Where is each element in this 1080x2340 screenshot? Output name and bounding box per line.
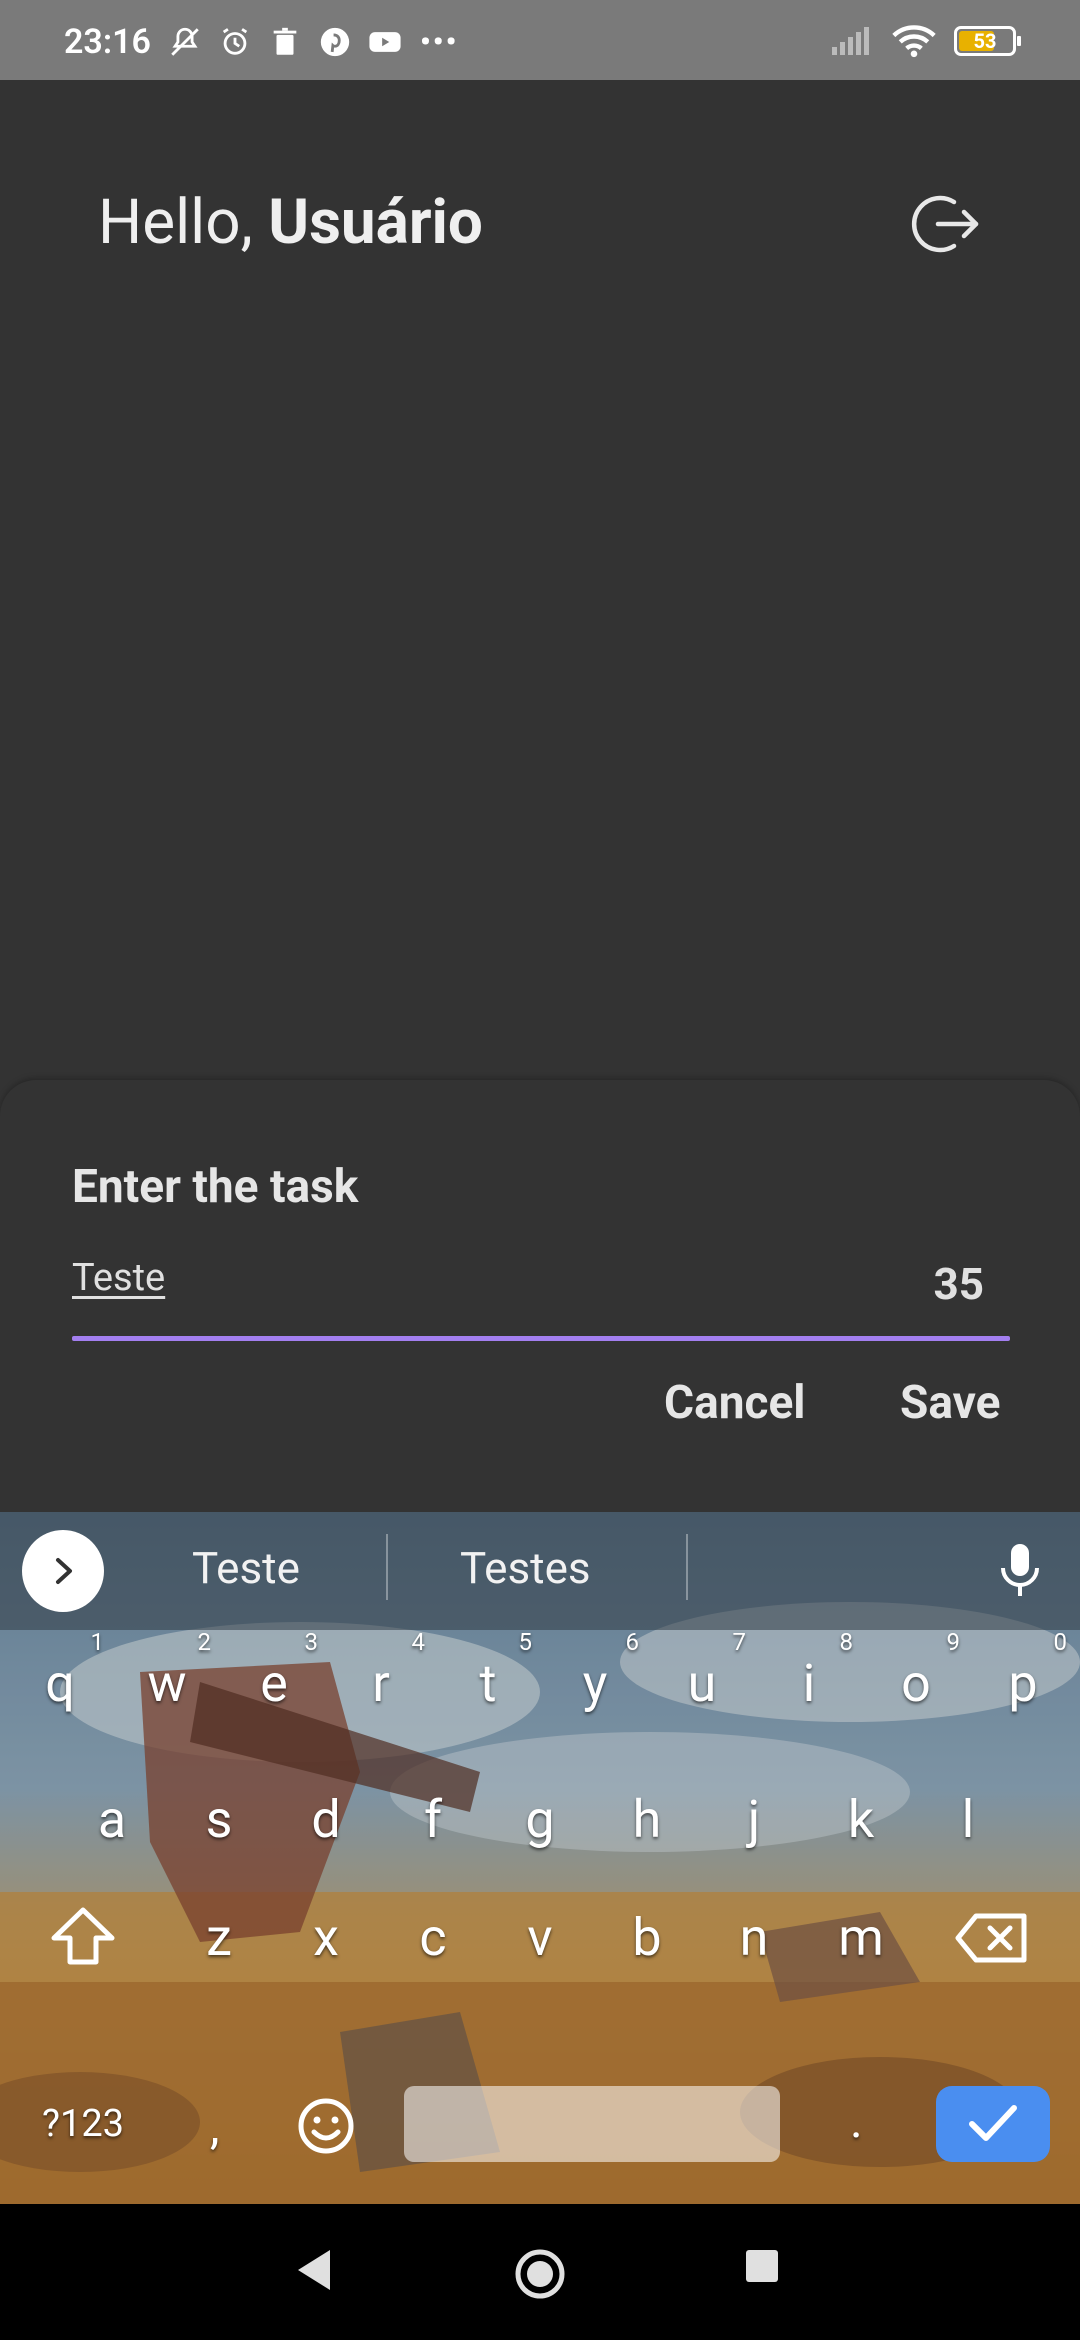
battery-level: 53 xyxy=(973,29,997,53)
key-m[interactable]: m xyxy=(811,1880,911,1996)
comma-key[interactable]: , xyxy=(210,2098,219,2155)
more-notifications-indicator: ••• xyxy=(420,24,459,60)
suggestion-1[interactable]: Teste xyxy=(192,1542,300,1594)
key-v[interactable]: v xyxy=(490,1880,590,1996)
pinterest-icon xyxy=(320,27,350,57)
backspace-icon[interactable] xyxy=(954,1912,1028,1964)
space-bar[interactable] xyxy=(404,2086,780,2162)
cancel-button[interactable]: Cancel xyxy=(664,1376,805,1430)
key-p[interactable]: p0 xyxy=(973,1626,1073,1742)
key-n[interactable]: n xyxy=(704,1880,804,1996)
key-k[interactable]: k xyxy=(811,1762,911,1878)
check-icon xyxy=(969,2105,1017,2141)
back-icon[interactable] xyxy=(294,2248,334,2292)
symbols-key[interactable]: ?123 xyxy=(42,2102,124,2146)
recents-icon[interactable] xyxy=(744,2248,780,2284)
key-h[interactable]: h xyxy=(597,1762,697,1878)
shift-icon[interactable] xyxy=(48,1904,118,1968)
alarm-icon xyxy=(222,28,248,55)
chevron-right-icon xyxy=(56,1558,72,1584)
enter-button[interactable] xyxy=(936,2086,1050,2162)
youtube-icon xyxy=(369,32,401,52)
key-u[interactable]: u7 xyxy=(652,1626,752,1742)
wifi-icon xyxy=(892,25,936,58)
toolbar-expand-button[interactable] xyxy=(22,1530,104,1612)
key-x[interactable]: x xyxy=(276,1880,376,1996)
suggestion-2[interactable]: Testes xyxy=(460,1542,591,1594)
key-s[interactable]: s xyxy=(169,1762,269,1878)
save-button[interactable]: Save xyxy=(900,1376,1000,1430)
status-bar: 23:16 ••• 53 xyxy=(0,0,1080,80)
key-a[interactable]: a xyxy=(62,1762,162,1878)
user-name: Usuário xyxy=(268,186,483,259)
home-icon[interactable] xyxy=(514,2248,566,2300)
key-c[interactable]: c xyxy=(383,1880,483,1996)
key-i[interactable]: i8 xyxy=(759,1626,859,1742)
status-system-icons: 53 xyxy=(830,24,1021,58)
logout-icon[interactable] xyxy=(910,188,982,260)
input-underline xyxy=(72,1336,1010,1341)
soft-keyboard: Teste Testes q1 w2 e3 r4 t5 y6 u7 i8 o9 … xyxy=(0,1512,1080,2204)
add-task-sheet: Enter the task Teste 35 Cancel Save xyxy=(0,1080,1080,1512)
key-f[interactable]: f xyxy=(383,1762,483,1878)
microphone-icon[interactable] xyxy=(998,1542,1042,1598)
sheet-title: Enter the task xyxy=(72,1160,359,1214)
task-input[interactable]: Teste xyxy=(72,1256,872,1312)
key-r[interactable]: r4 xyxy=(331,1626,431,1742)
key-l[interactable]: l xyxy=(918,1762,1018,1878)
emoji-icon[interactable] xyxy=(296,2096,356,2156)
trash-icon xyxy=(273,27,297,55)
signal-icon xyxy=(832,27,869,55)
key-d[interactable]: d xyxy=(276,1762,376,1878)
key-j[interactable]: j xyxy=(704,1762,804,1878)
status-time: 23:16 xyxy=(64,22,151,62)
greeting-prefix: Hello, xyxy=(98,186,269,259)
suggestion-divider xyxy=(686,1534,688,1600)
greeting: Hello, Usuário xyxy=(98,186,483,259)
key-g[interactable]: g xyxy=(490,1762,590,1878)
key-e[interactable]: e3 xyxy=(224,1626,324,1742)
period-key[interactable]: . xyxy=(850,2092,863,2149)
suggestion-divider xyxy=(386,1534,388,1600)
key-b[interactable]: b xyxy=(597,1880,697,1996)
key-w[interactable]: w2 xyxy=(117,1626,217,1742)
bell-off-icon xyxy=(171,27,199,56)
key-y[interactable]: y6 xyxy=(545,1626,645,1742)
system-navigation-bar xyxy=(0,2204,1080,2340)
key-t[interactable]: t5 xyxy=(438,1626,538,1742)
key-o[interactable]: o9 xyxy=(866,1626,966,1742)
char-counter: 35 xyxy=(933,1258,985,1310)
key-q[interactable]: q1 xyxy=(10,1626,110,1742)
status-notification-icons: ••• xyxy=(168,24,458,60)
suggestion-bar: Teste Testes xyxy=(0,1512,1080,1630)
battery-icon: 53 xyxy=(954,26,1021,56)
key-z[interactable]: z xyxy=(169,1880,269,1996)
